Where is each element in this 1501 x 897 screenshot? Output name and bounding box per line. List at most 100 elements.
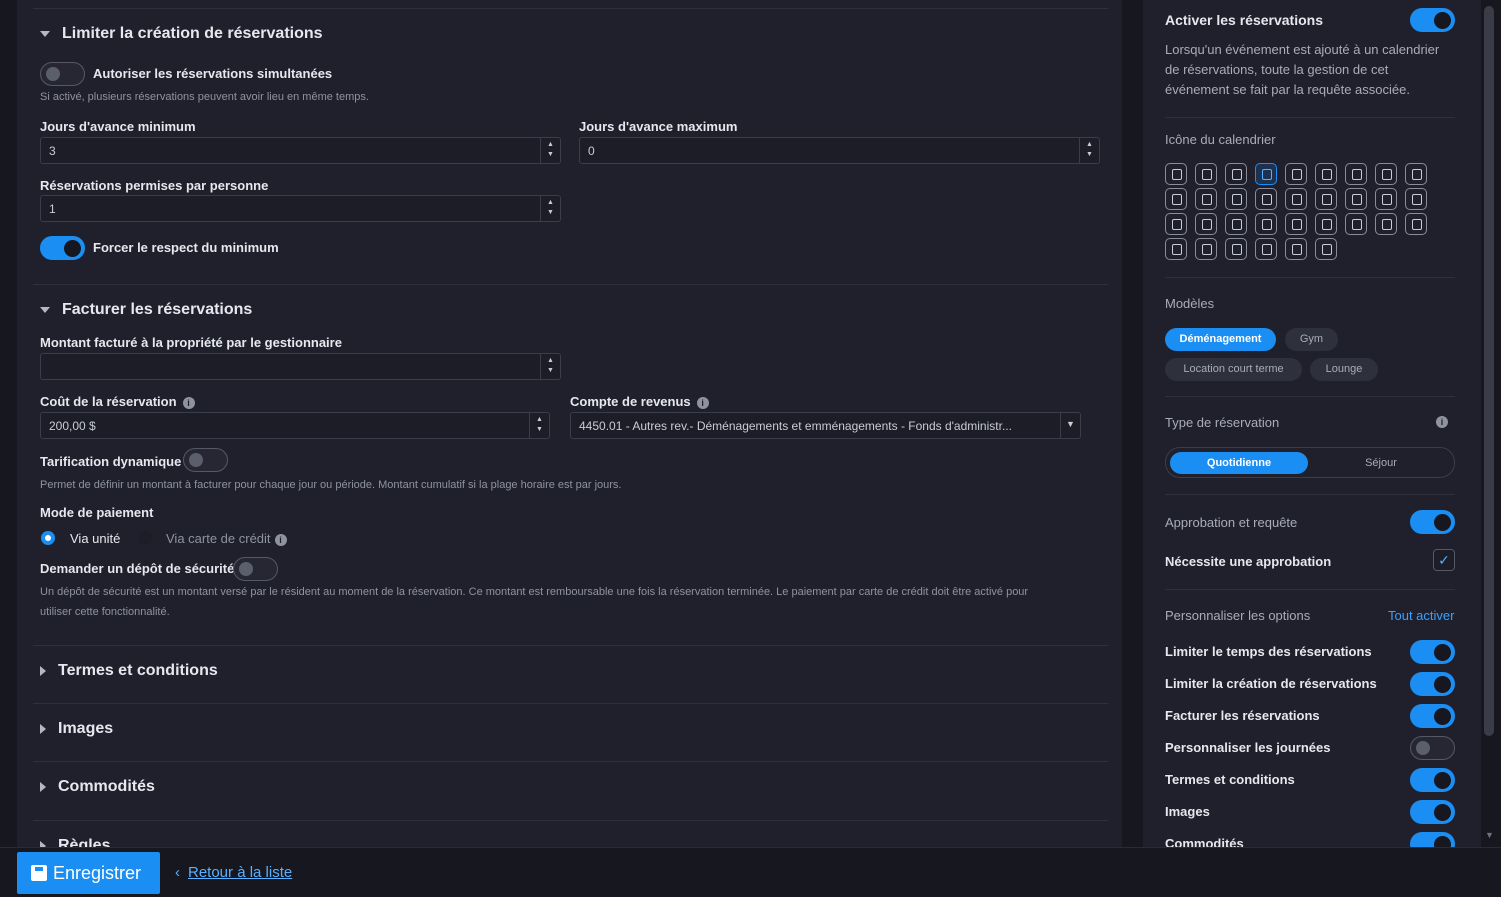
chevron-down-icon[interactable]: ▼ [1060,413,1080,438]
stepper-icon[interactable]: ▲ ▼ [540,196,560,221]
dumbbell-icon[interactable] [1405,163,1427,185]
divider [33,8,1108,9]
option-toggle[interactable] [1410,768,1455,792]
min-days-input[interactable]: 3 ▲ ▼ [40,137,561,164]
model-chip-location[interactable]: Location court terme [1165,358,1302,381]
type-option-sejour[interactable]: Séjour [1312,452,1450,474]
home-icon[interactable] [1405,213,1427,235]
model-chip-lounge[interactable]: Lounge [1310,358,1378,381]
radio-label-text: Via carte de crédit [166,531,271,546]
scroll-down-icon[interactable]: ▼ [1485,830,1494,840]
enable-desc-line1: Lorsqu'un événement est ajouté à un cale… [1165,42,1440,57]
option-toggle[interactable] [1410,832,1455,847]
option-label: Personnaliser les journées [1165,740,1331,755]
spa-icon[interactable] [1315,238,1337,260]
door-icon[interactable] [1195,213,1217,235]
map-pin-icon[interactable] [1195,238,1217,260]
dynamic-toggle[interactable] [183,448,228,472]
store-icon[interactable] [1285,213,1307,235]
group-icon[interactable] [1255,163,1277,185]
scrollbar[interactable]: ▼ [1481,0,1501,847]
stepper-icon[interactable]: ▲ ▼ [540,138,560,163]
approval-toggle[interactable] [1410,510,1455,534]
stepper-icon[interactable]: ▲ ▼ [1079,138,1099,163]
calendar-icon[interactable] [1255,188,1277,210]
enable-all-link[interactable]: Tout activer [1388,608,1454,623]
box-icon[interactable] [1225,188,1247,210]
needs-approval-checkbox[interactable]: ✓ [1433,549,1455,571]
max-days-label: Jours d'avance maximum [579,119,738,134]
stepper-icon[interactable]: ▲ ▼ [529,413,549,438]
info-icon[interactable]: i [1436,416,1448,428]
section-title: Termes et conditions [58,662,218,679]
garage-icon[interactable] [1165,213,1187,235]
section-amenities-header[interactable]: Commodités [40,778,155,796]
pets-icon[interactable] [1375,213,1397,235]
binoculars-icon[interactable] [1255,213,1277,235]
section-billing-header[interactable]: Facturer les réservations [40,301,252,319]
flag-icon[interactable] [1315,188,1337,210]
garage-door-icon[interactable] [1255,238,1277,260]
people-moving-icon[interactable] [1225,163,1247,185]
simultaneous-toggle[interactable] [40,62,85,86]
option-toggle[interactable] [1410,640,1455,664]
per-person-label: Réservations permises par personne [40,178,269,193]
model-chip-demenagement[interactable]: Déménagement [1165,328,1276,351]
couch-icon[interactable] [1315,213,1337,235]
section-terms-header[interactable]: Termes et conditions [40,662,218,680]
save-icon [31,865,47,881]
section-images-header[interactable]: Images [40,720,113,738]
person-reception-icon[interactable] [1285,163,1307,185]
option-label: Termes et conditions [1165,772,1295,787]
per-person-input[interactable]: 1 ▲ ▼ [40,195,561,222]
option-toggle[interactable] [1410,736,1455,760]
info-icon[interactable]: i [182,396,195,409]
building-icon[interactable] [1405,188,1427,210]
force-min-toggle[interactable] [40,236,85,260]
tombstone-icon[interactable] [1315,163,1337,185]
model-chip-gym[interactable]: Gym [1285,328,1338,351]
clipboard-icon[interactable] [1285,188,1307,210]
dynamic-label: Tarification dynamique [40,454,182,469]
divider [33,284,1108,285]
vacuum-icon[interactable] [1225,238,1247,260]
type-option-quotidienne[interactable]: Quotidienne [1170,452,1308,474]
enable-desc-line2: de réservations, toute la gestion de cet [1165,62,1389,77]
runner-icon[interactable] [1345,163,1367,185]
swimmer-icon[interactable] [1375,163,1397,185]
bicycle-icon[interactable] [1165,188,1187,210]
divider [33,703,1108,704]
option-toggle[interactable] [1410,672,1455,696]
info-icon[interactable]: i [696,396,709,409]
save-button[interactable]: Enregistrer [17,852,160,894]
enable-reservations-toggle[interactable] [1410,8,1455,32]
deposit-toggle[interactable] [233,557,278,581]
truck-icon[interactable] [1195,163,1217,185]
info-icon[interactable]: i [274,533,287,546]
option-toggle[interactable] [1410,704,1455,728]
section-limit-header[interactable]: Limiter la création de réservations [40,25,323,43]
section-rules-header[interactable]: Règles [40,837,110,847]
cost-input[interactable]: 200,00 $ ▲ ▼ [40,412,550,439]
washer-icon[interactable] [1225,213,1247,235]
scrollbar-thumb[interactable] [1484,6,1494,736]
section-title: Commodités [58,778,155,795]
back-to-list-link[interactable]: ‹ Retour à la liste [175,864,292,881]
cost-label-text: Coût de la réservation [40,394,177,409]
option-toggle[interactable] [1410,800,1455,824]
grill-icon[interactable] [1345,188,1367,210]
max-days-input[interactable]: 0 ▲ ▼ [579,137,1100,164]
option-label: Commodités [1165,836,1244,847]
stepper-icon[interactable]: ▲ ▼ [540,354,560,379]
parking-icon[interactable] [1285,238,1307,260]
amount-input[interactable]: ▲ ▼ [40,353,561,380]
deposit-help-line2: utiliser cette fonctionnalité. [40,606,170,618]
car-icon[interactable] [1375,188,1397,210]
calendar-check-icon[interactable] [1165,163,1187,185]
bbq-icon[interactable] [1345,213,1367,235]
account-select[interactable]: 4450.01 - Autres rev.- Déménagements et … [570,412,1081,439]
radio-via-unit[interactable] [41,531,55,545]
radio-via-credit[interactable] [138,531,152,545]
bed-icon[interactable] [1165,238,1187,260]
bags-icon[interactable] [1195,188,1217,210]
